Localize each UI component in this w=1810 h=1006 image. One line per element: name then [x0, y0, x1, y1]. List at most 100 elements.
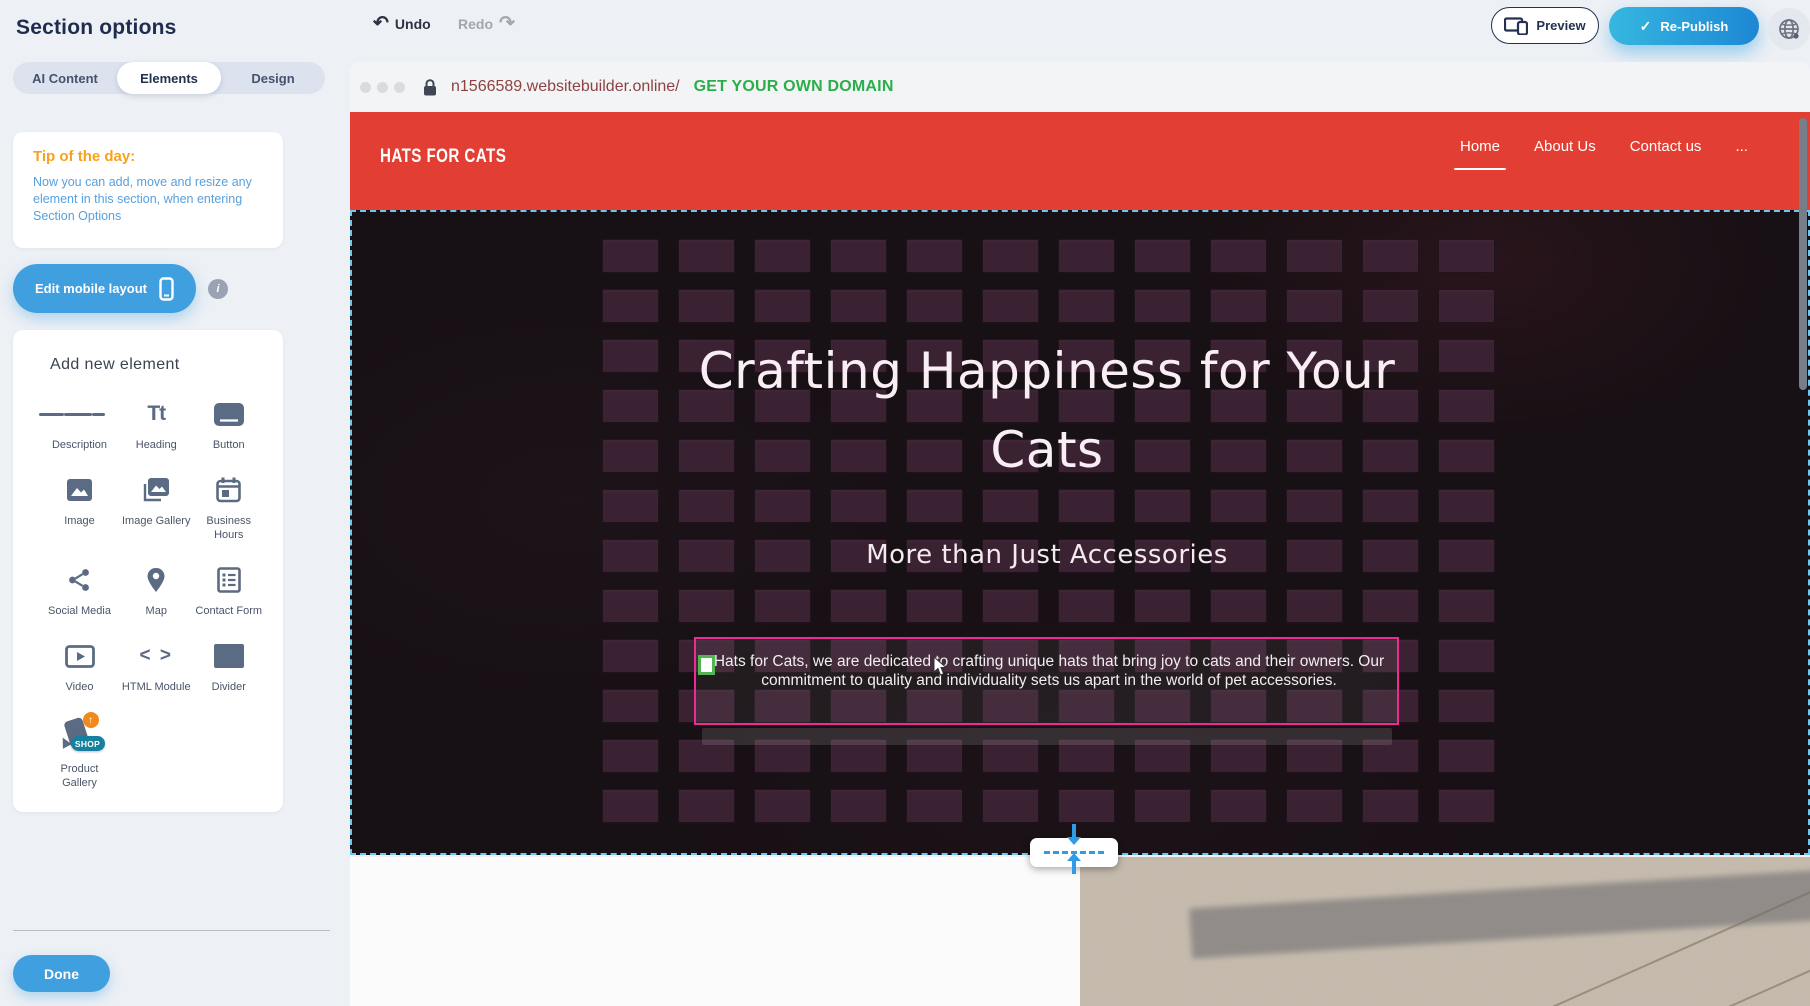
hero-tile: [602, 639, 659, 673]
element-heading[interactable]: Tt Heading: [120, 396, 193, 452]
element-label: Heading: [136, 438, 177, 452]
element-description[interactable]: Description: [39, 396, 120, 452]
nav-about-us[interactable]: About Us: [1534, 138, 1596, 155]
site-url[interactable]: n1566589.websitebuilder.online/: [451, 78, 680, 96]
nav-home[interactable]: Home: [1460, 138, 1500, 155]
next-section-left: [350, 857, 1080, 1006]
window-dot: [360, 82, 371, 93]
site-nav: Home About Us Contact us ...: [1460, 138, 1748, 155]
hero-tile: [1134, 789, 1191, 823]
phone-icon: [159, 277, 174, 301]
hero-tile: [1058, 589, 1115, 623]
element-map[interactable]: Map: [120, 562, 193, 618]
hero-tile: [1210, 589, 1267, 623]
hero-tile: [1286, 239, 1343, 273]
devices-icon: [1504, 17, 1528, 35]
app-root: Section options AI Content Elements Desi…: [0, 0, 1810, 1006]
element-contact-form[interactable]: Contact Form: [193, 562, 266, 618]
element-social-media[interactable]: Social Media: [39, 562, 120, 618]
preview-scrollbar[interactable]: [1799, 118, 1807, 390]
product-gallery-icon: ↑ SHOP: [58, 714, 102, 756]
hover-highlight-strip: [702, 728, 1392, 745]
hero-headline[interactable]: Crafting Happiness for Your Cats: [667, 332, 1427, 490]
image-icon: [67, 472, 92, 508]
heading-icon: Tt: [147, 396, 165, 432]
hero-tile: [982, 289, 1039, 323]
preview-button[interactable]: Preview: [1491, 7, 1599, 44]
hero-subheadline[interactable]: More than Just Accessories: [597, 540, 1497, 570]
hero-tile: [1438, 739, 1495, 773]
nav-more[interactable]: ...: [1735, 138, 1748, 155]
language-globe-button[interactable]: [1768, 8, 1810, 50]
form-icon: [217, 562, 241, 598]
undo-button[interactable]: ↶ Undo: [373, 15, 431, 33]
element-grid: Description Tt Heading Button Ima: [13, 374, 283, 790]
hero-tile: [1438, 289, 1495, 323]
element-label: Product Gallery: [45, 762, 115, 790]
element-image[interactable]: Image: [39, 472, 120, 542]
undo-label: Undo: [395, 16, 431, 32]
nav-contact-us[interactable]: Contact us: [1630, 138, 1702, 155]
hero-tile: [830, 489, 887, 523]
hero-tile: [1134, 489, 1191, 523]
info-icon[interactable]: i: [208, 279, 228, 299]
hero-tile: [602, 589, 659, 623]
site-header[interactable]: [350, 112, 1810, 210]
tab-design[interactable]: Design: [221, 62, 325, 94]
hero-tile: [982, 239, 1039, 273]
hero-tile: [678, 239, 735, 273]
hero-tile: [1438, 689, 1495, 723]
divider-icon: [214, 638, 244, 674]
redo-button[interactable]: Redo ↷: [458, 15, 515, 33]
element-business-hours[interactable]: Business Hours: [193, 472, 266, 542]
hero-section-selected[interactable]: Crafting Happiness for Your Cats More th…: [350, 210, 1810, 855]
done-button[interactable]: Done: [13, 955, 110, 992]
section-options-sidebar: Section options AI Content Elements Desi…: [0, 0, 350, 1006]
element-image-gallery[interactable]: Image Gallery: [120, 472, 193, 542]
element-divider[interactable]: Divider: [193, 638, 266, 694]
element-button[interactable]: Button: [193, 396, 266, 452]
element-video[interactable]: Video: [39, 638, 120, 694]
site-logo[interactable]: HATS FOR CATS: [380, 146, 506, 168]
element-label: Description: [52, 438, 107, 452]
element-label: Image Gallery: [122, 514, 190, 528]
hero-tile: [830, 789, 887, 823]
tab-elements[interactable]: Elements: [117, 62, 221, 94]
redo-icon: ↷: [499, 15, 515, 33]
hero-tile: [1438, 789, 1495, 823]
map-pin-icon: [146, 562, 166, 598]
browser-chrome-bar: n1566589.websitebuilder.online/ GET YOUR…: [350, 62, 1810, 112]
window-dots: [360, 82, 405, 93]
get-domain-link[interactable]: GET YOUR OWN DOMAIN: [694, 78, 894, 96]
hero-tile: [1210, 789, 1267, 823]
hero-tile: [602, 389, 659, 423]
upgrade-badge-icon: ↑: [83, 712, 99, 728]
shop-badge: SHOP: [71, 736, 105, 751]
hero-tile: [1438, 489, 1495, 523]
globe-icon: [1777, 17, 1801, 41]
tip-heading: Tip of the day:: [33, 148, 263, 165]
button-icon: [214, 396, 244, 432]
republish-button[interactable]: ✓ Re-Publish: [1609, 7, 1759, 45]
hero-tile: [1362, 289, 1419, 323]
edit-mobile-layout-button[interactable]: Edit mobile layout: [13, 264, 196, 313]
hero-tile: [1134, 239, 1191, 273]
hero-tile: [678, 489, 735, 523]
element-product-gallery[interactable]: ↑ SHOP Product Gallery: [39, 714, 120, 790]
element-html-module[interactable]: < > HTML Module: [120, 638, 193, 694]
hero-tile: [754, 289, 811, 323]
tab-ai-content[interactable]: AI Content: [13, 62, 117, 94]
hero-tile: [1286, 289, 1343, 323]
element-label: Divider: [212, 680, 246, 694]
next-section-floor-photo: [1080, 857, 1810, 1006]
hero-tile: [1134, 289, 1191, 323]
code-icon: < >: [140, 638, 173, 674]
element-drag-handle[interactable]: [698, 655, 715, 675]
image-gallery-icon: [142, 472, 170, 508]
hero-paragraph[interactable]: Hats for Cats, we are dedicated to craft…: [704, 653, 1394, 690]
hero-tile: [1286, 589, 1343, 623]
hero-tile: [602, 739, 659, 773]
hero-tile: [602, 439, 659, 473]
element-label: Social Media: [48, 604, 111, 618]
selected-paragraph-element[interactable]: Hats for Cats, we are dedicated to craft…: [694, 637, 1399, 725]
